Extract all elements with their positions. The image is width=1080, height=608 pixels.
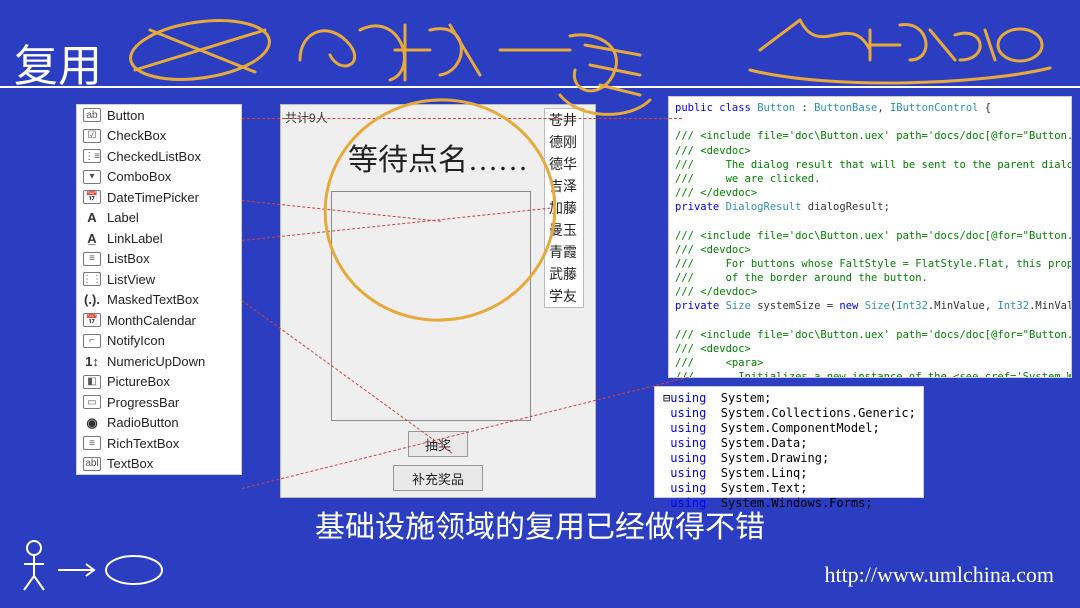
- control-icon: ≡: [83, 436, 101, 450]
- using-directives-code: ⊟using System; using System.Collections.…: [654, 386, 924, 498]
- toolbox-item-picturebox[interactable]: ◧ PictureBox: [77, 372, 241, 393]
- toolbox-item-combobox[interactable]: ▾ ComboBox: [77, 167, 241, 188]
- control-icon: ⋮≡: [83, 149, 101, 163]
- control-icon: A̲: [83, 231, 101, 245]
- toolbox-item-listview[interactable]: ⋮⋮ ListView: [77, 269, 241, 290]
- control-icon: 📅: [83, 313, 101, 327]
- control-label: CheckBox: [107, 128, 166, 143]
- control-icon: (.).: [83, 293, 101, 307]
- control-icon: ◉: [83, 416, 101, 430]
- control-label: NumericUpDown: [107, 354, 205, 369]
- actor-diagram-icon: [16, 536, 176, 596]
- control-label: DateTimePicker: [107, 190, 199, 205]
- control-label: Button: [107, 108, 145, 123]
- name-item: 青霞: [545, 241, 583, 263]
- control-label: RichTextBox: [107, 436, 179, 451]
- control-label: PictureBox: [107, 374, 170, 389]
- control-label: RadioButton: [107, 415, 179, 430]
- control-label: LinkLabel: [107, 231, 163, 246]
- footer-url: http://www.umlchina.com: [824, 562, 1054, 588]
- control-icon: ⌐: [83, 334, 101, 348]
- control-icon: 📅: [83, 190, 101, 204]
- toolbox-item-checkedlistbox[interactable]: ⋮≡ CheckedListBox: [77, 146, 241, 167]
- control-label: CheckedListBox: [107, 149, 201, 164]
- control-label: MaskedTextBox: [107, 292, 199, 307]
- control-label: ListView: [107, 272, 155, 287]
- toolbox-item-monthcalendar[interactable]: 📅 MonthCalendar: [77, 310, 241, 331]
- title-divider: [0, 86, 1080, 88]
- control-icon: ▭: [83, 395, 101, 409]
- name-item: 学友: [545, 285, 583, 307]
- name-item: 加藤: [545, 197, 583, 219]
- name-item: 德刚: [545, 131, 583, 153]
- toolbox-item-radiobutton[interactable]: ◉ RadioButton: [77, 413, 241, 434]
- toolbox-item-linklabel[interactable]: A̲ LinkLabel: [77, 228, 241, 249]
- toolbox-item-listbox[interactable]: ≡ ListBox: [77, 249, 241, 270]
- toolbox-item-richtextbox[interactable]: ≡ RichTextBox: [77, 433, 241, 454]
- control-label: TextBox: [107, 456, 153, 471]
- name-list: 苍井德刚德华吉泽加藤曼玉青霞武藤学友: [544, 108, 584, 308]
- toolbox-item-progressbar[interactable]: ▭ ProgressBar: [77, 392, 241, 413]
- name-item: 苍井: [545, 109, 583, 131]
- toolbox-item-checkbox[interactable]: ☑ CheckBox: [77, 126, 241, 147]
- count-label: 共计9人: [285, 109, 328, 126]
- control-label: ComboBox: [107, 169, 171, 184]
- control-icon: abl: [83, 457, 101, 471]
- add-prize-button[interactable]: 补充奖品: [393, 465, 483, 491]
- toolbox-item-maskedtextbox[interactable]: (.). MaskedTextBox: [77, 290, 241, 311]
- control-icon: ≡: [83, 252, 101, 266]
- winforms-toolbox: ab Button ☑ CheckBox ⋮≡ CheckedListBox ▾ ComboB…: [76, 104, 242, 475]
- control-icon: ◧: [83, 375, 101, 389]
- name-item: 德华: [545, 153, 583, 175]
- control-icon: ▾: [83, 170, 101, 184]
- control-label: ListBox: [107, 251, 150, 266]
- toolbox-item-notifyicon[interactable]: ⌐ NotifyIcon: [77, 331, 241, 352]
- toolbox-item-button[interactable]: ab Button: [77, 105, 241, 126]
- control-label: NotifyIcon: [107, 333, 165, 348]
- name-item: 曼玉: [545, 219, 583, 241]
- control-icon: ab: [83, 108, 101, 122]
- toolbox-item-label[interactable]: A Label: [77, 208, 241, 229]
- control-icon: A: [83, 211, 101, 225]
- name-item: 武藤: [545, 263, 583, 285]
- draw-button[interactable]: 抽奖: [408, 431, 468, 457]
- toolbox-item-datetimepicker[interactable]: 📅 DateTimePicker: [77, 187, 241, 208]
- control-label: ProgressBar: [107, 395, 179, 410]
- control-label: MonthCalendar: [107, 313, 196, 328]
- slide-title: 复用: [14, 30, 102, 94]
- toolbox-item-numericupdown[interactable]: 1↕ NumericUpDown: [77, 351, 241, 372]
- control-icon: ⋮⋮: [83, 272, 101, 286]
- control-icon: 1↕: [83, 354, 101, 368]
- control-icon: ☑: [83, 129, 101, 143]
- name-item: 吉泽: [545, 175, 583, 197]
- toolbox-item-textbox[interactable]: abl TextBox: [77, 454, 241, 475]
- result-box: [331, 191, 531, 421]
- button-source-code: public class Button : ButtonBase, IButto…: [668, 96, 1072, 378]
- control-label: Label: [107, 210, 139, 225]
